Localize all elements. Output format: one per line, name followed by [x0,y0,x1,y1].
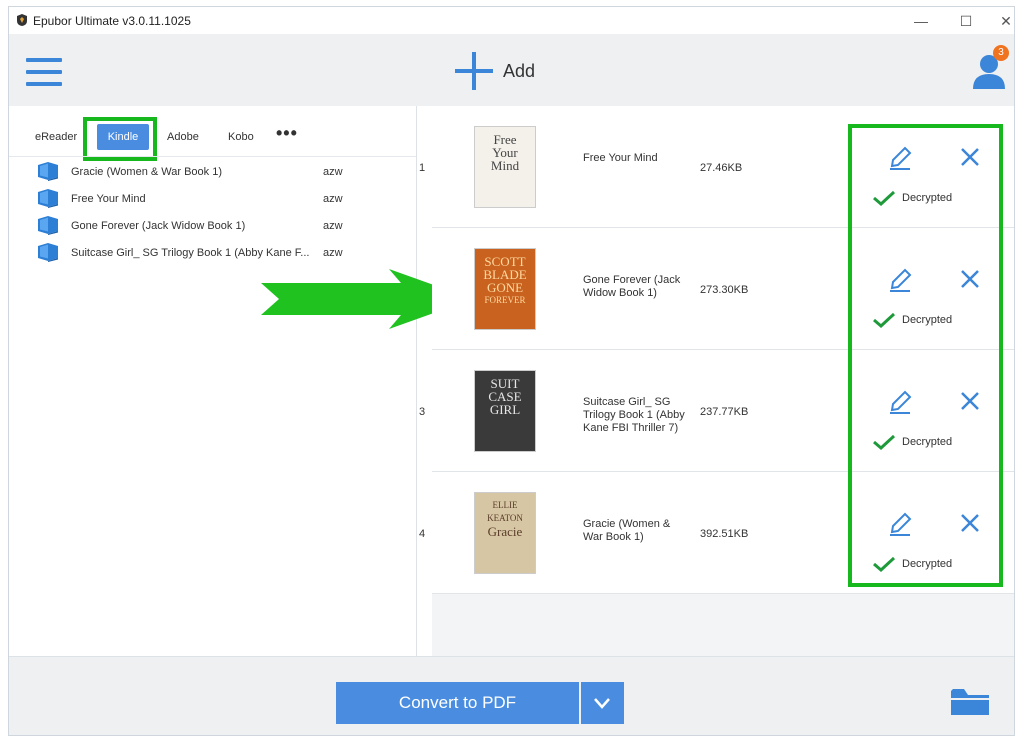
queue-title: Gracie (Women & War Book 1) [583,518,671,543]
book-cover: SUIT CASE GIRL [474,370,536,452]
minimize-button[interactable]: — [906,11,936,31]
plus-icon [455,52,493,90]
bottom-bar: Convert to PDF [9,656,1014,735]
library-item-title: Gracie (Women & War Book 1) [71,166,222,178]
queue-title: Suitcase Girl_ SG Trilogy Book 1 (Abby K… [583,396,685,434]
cover-text: GIRL [489,402,521,417]
convert-button[interactable]: Convert to PDF [336,682,579,724]
queue-index: 3 [419,406,426,418]
app-window: Epubor Ultimate v3.0.11.1025 — ☐ ✕ Add 3… [8,6,1015,736]
chevron-down-icon [594,698,610,709]
book-icon [38,243,58,262]
library-item-title: Free Your Mind [71,193,146,205]
book-cover: ELLIE KEATON Gracie [474,492,536,574]
tab-kobo[interactable]: Kobo [228,124,254,150]
book-icon [38,216,58,235]
queue-size: 27.46KB [700,162,743,174]
cover-text: ELLIE KEATON [487,500,523,523]
library-item-format: azw [323,247,343,259]
top-toolbar: Add 3 [9,34,1014,106]
queue-title: Free Your Mind [583,152,658,164]
queue-size: 237.77KB [700,406,749,418]
actions-highlight [848,124,1003,587]
library-item-title: Suitcase Girl_ SG Trilogy Book 1 (Abby K… [71,247,310,259]
tab-adobe[interactable]: Adobe [167,124,199,150]
library-item[interactable]: Suitcase Girl_ SG Trilogy Book 1 (Abby K… [9,239,416,266]
menu-icon[interactable] [26,58,62,86]
divider [9,156,416,157]
queue-title: Gone Forever (Jack Widow Book 1) [583,274,681,299]
cover-text: Gracie [487,524,523,539]
library-item-title: Gone Forever (Jack Widow Book 1) [71,220,246,232]
library-item-format: azw [323,166,343,178]
window-title: Epubor Ultimate v3.0.11.1025 [33,14,191,28]
cover-text: GONE [486,280,524,295]
source-tabs: eReader Kindle Adobe Kobo ••• [9,116,416,161]
maximize-button[interactable]: ☐ [951,11,981,31]
library-item-format: azw [323,220,343,232]
more-tabs-button[interactable]: ••• [276,120,298,146]
close-window-button[interactable]: ✕ [991,11,1014,31]
output-format-dropdown[interactable] [581,682,624,724]
book-icon [38,189,58,208]
book-cover: SCOTT BLADE GONE FOREVER [474,248,536,330]
conversion-queue-panel: 1 Free Your Mind Free Your Mind 27.46KB Decryp… [419,106,1014,656]
tab-ereader[interactable]: eReader [35,124,77,150]
cover-text: FOREVER [484,295,526,305]
queue-index: 1 [419,162,426,174]
queue-size: 273.30KB [700,284,749,296]
book-icon [38,162,58,181]
queue-index: 4 [419,528,426,540]
folder-icon[interactable] [951,687,989,717]
library-item[interactable]: Gracie (Women & War Book 1) azw [9,158,416,185]
app-logo-icon [17,14,27,26]
queue-size: 392.51KB [700,528,749,540]
notification-badge: 3 [993,45,1009,61]
add-button[interactable]: Add [453,50,535,92]
tab-kindle[interactable]: Kindle [97,124,149,150]
library-item[interactable]: Gone Forever (Jack Widow Book 1) azw [9,212,416,239]
user-account-button[interactable]: 3 [971,45,1011,91]
library-item[interactable]: Free Your Mind azw [9,185,416,212]
add-label: Add [503,60,536,81]
title-bar: Epubor Ultimate v3.0.11.1025 — ☐ ✕ [9,7,1014,34]
library-item-format: azw [323,193,343,205]
book-cover: Free Your Mind [474,126,536,208]
cover-text: Mind [490,158,520,173]
library-panel: eReader Kindle Adobe Kobo ••• Gracie (Wo… [9,106,417,656]
